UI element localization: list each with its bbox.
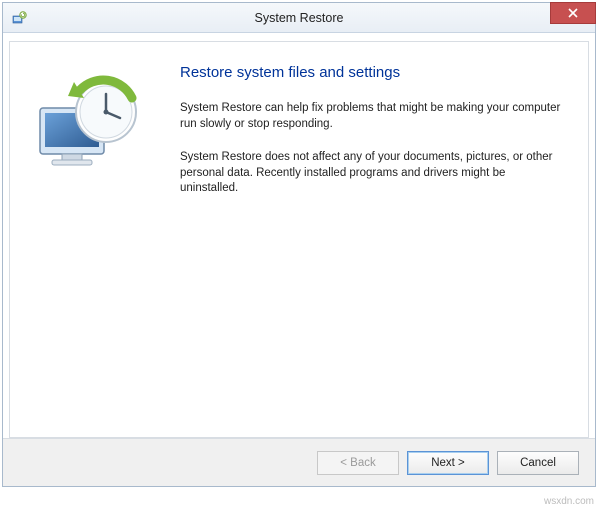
wizard-paragraph-2: System Restore does not affect any of yo… xyxy=(180,150,564,197)
system-restore-graphic-icon xyxy=(28,70,148,180)
back-button: < Back xyxy=(317,451,399,475)
wizard-button-bar: < Back Next > Cancel xyxy=(3,438,595,486)
system-restore-window: System Restore xyxy=(2,2,596,487)
close-icon xyxy=(568,8,578,18)
watermark-text: wsxdn.com xyxy=(544,496,594,507)
system-restore-icon xyxy=(11,10,27,26)
wizard-paragraph-1: System Restore can help fix problems tha… xyxy=(180,101,564,132)
next-button[interactable]: Next > xyxy=(407,451,489,475)
graphic-pane xyxy=(10,42,170,437)
wizard-content: Restore system files and settings System… xyxy=(9,41,589,438)
cancel-button[interactable]: Cancel xyxy=(497,451,579,475)
titlebar: System Restore xyxy=(3,3,595,33)
window-title: System Restore xyxy=(255,11,344,25)
close-button[interactable] xyxy=(550,2,596,24)
text-pane: Restore system files and settings System… xyxy=(170,42,588,437)
wizard-heading: Restore system files and settings xyxy=(180,64,564,81)
